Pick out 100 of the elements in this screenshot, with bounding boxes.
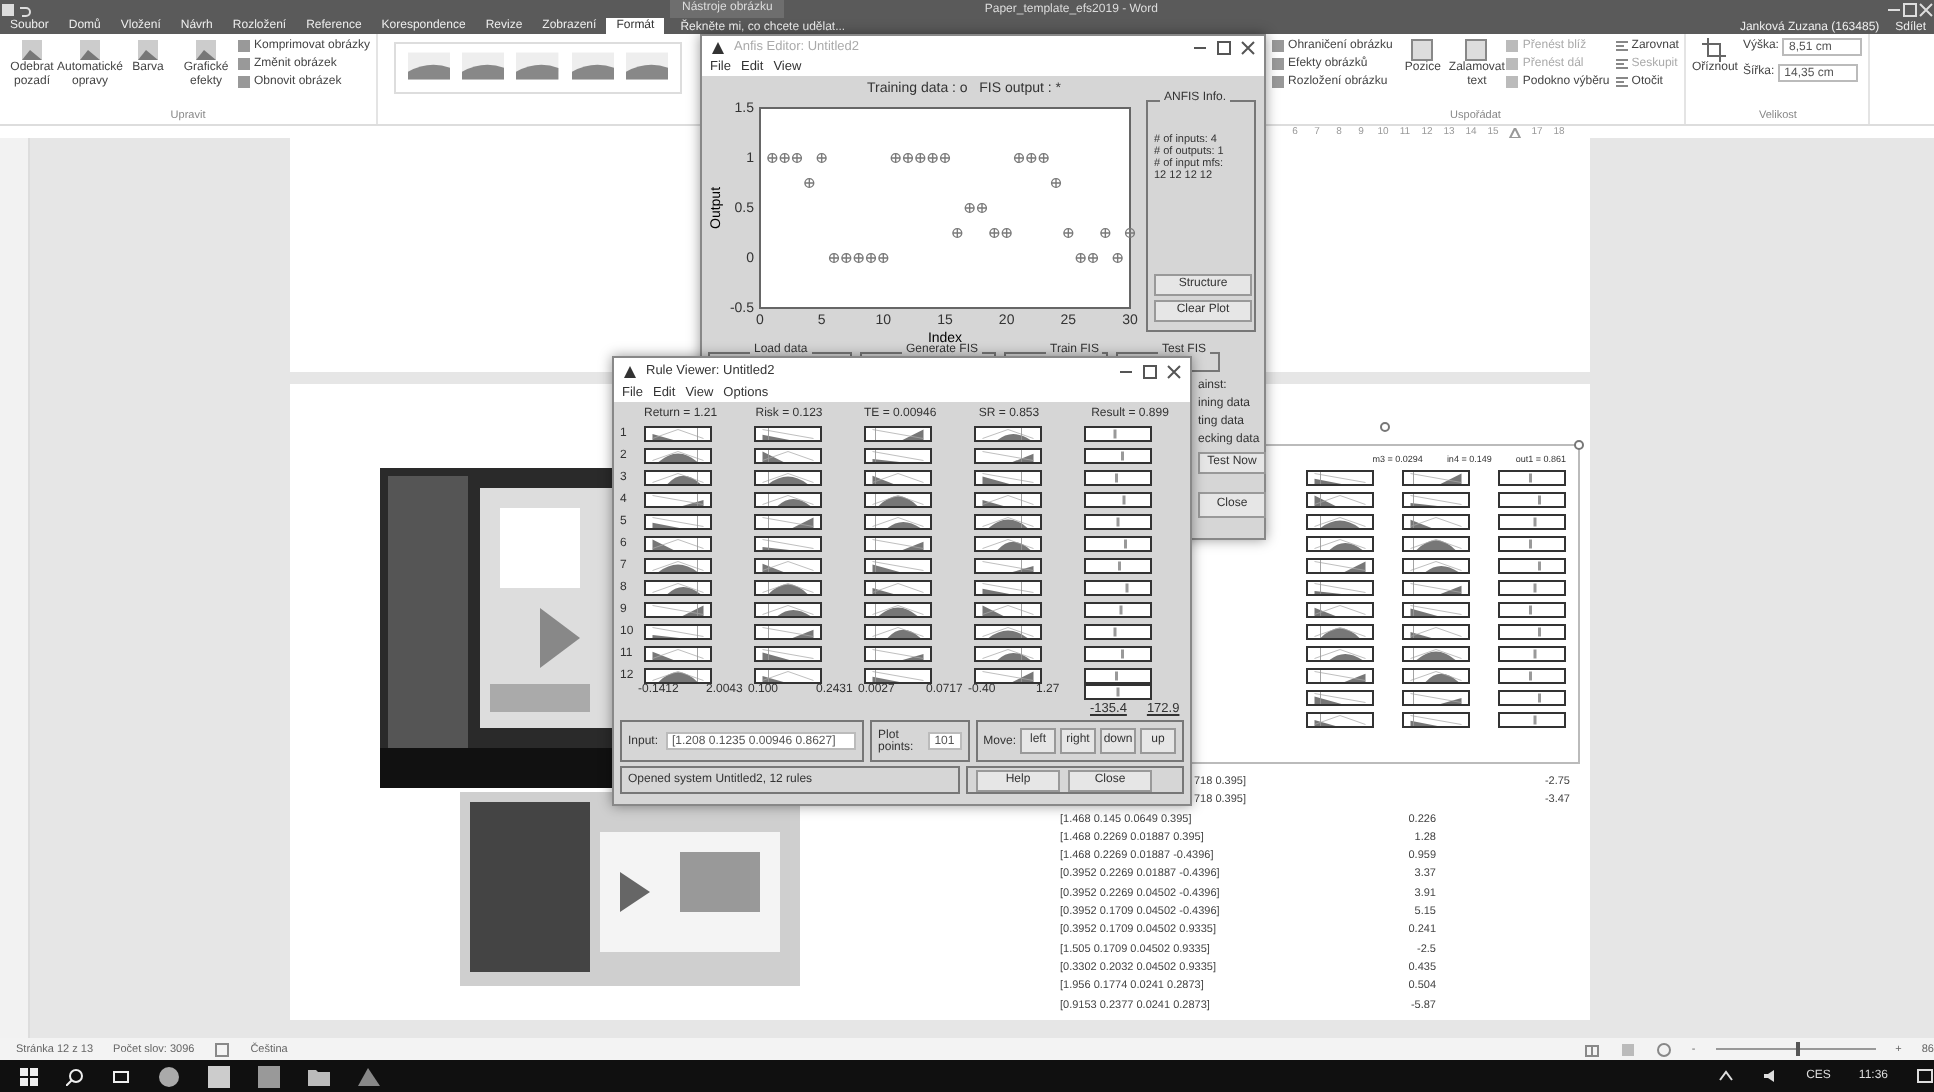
membership-plot — [754, 470, 822, 486]
task-view-icon[interactable] — [112, 1067, 130, 1085]
membership-plot — [1402, 492, 1470, 508]
membership-plot — [754, 580, 822, 596]
data-point — [1050, 177, 1062, 189]
picture-style-icon — [625, 52, 669, 80]
output-plot — [1498, 624, 1566, 640]
data-point — [952, 227, 963, 239]
read-mode-icon[interactable] — [1583, 1041, 1600, 1057]
membership-plot — [974, 470, 1042, 486]
membership-plot — [1306, 514, 1374, 530]
output-plot — [1498, 470, 1566, 486]
membership-plot — [1306, 690, 1374, 706]
membership-plot — [1402, 580, 1470, 596]
membership-plot — [974, 646, 1042, 662]
picture-style-icon — [516, 52, 560, 80]
membership-plot — [754, 668, 822, 684]
membership-plot — [644, 448, 712, 464]
output-plot — [1084, 602, 1152, 618]
membership-plot — [1306, 602, 1374, 618]
membership-plot — [864, 668, 932, 684]
membership-plot — [644, 602, 712, 618]
output-plot — [1084, 426, 1152, 442]
membership-plot — [1306, 580, 1374, 596]
folder-icon[interactable] — [308, 1065, 330, 1087]
output-plot — [1498, 690, 1566, 706]
membership-plot — [974, 426, 1042, 442]
membership-plot — [1306, 558, 1374, 574]
maximize-icon[interactable] — [1142, 363, 1158, 379]
membership-plot — [1306, 536, 1374, 552]
chevron-up-icon[interactable] — [1718, 1068, 1735, 1084]
align-icon — [1615, 76, 1628, 88]
membership-plot — [1306, 470, 1374, 486]
membership-plot — [1402, 536, 1470, 552]
membership-plot — [754, 602, 822, 618]
membership-plot — [864, 492, 932, 508]
membership-plot — [1402, 712, 1470, 728]
indent-marker-icon — [1504, 127, 1526, 137]
document-app-icon[interactable] — [208, 1065, 230, 1087]
membership-plot — [644, 470, 712, 486]
speaker-icon[interactable] — [1762, 1068, 1779, 1084]
membership-plot — [864, 514, 932, 530]
output-plot — [1084, 580, 1152, 596]
proofing-icon — [214, 1041, 231, 1057]
membership-plot — [864, 580, 932, 596]
output-plot — [1084, 470, 1152, 486]
membership-plot — [1306, 646, 1374, 662]
maximize-icon[interactable] — [1216, 39, 1232, 55]
close-icon[interactable] — [1166, 363, 1182, 379]
membership-plot — [1402, 690, 1470, 706]
notification-icon[interactable] — [1916, 1067, 1934, 1085]
undo-icon[interactable] — [16, 1, 32, 17]
membership-plot — [1402, 624, 1470, 640]
membership-plot — [644, 536, 712, 552]
output-plot — [1498, 514, 1566, 530]
start-icon[interactable] — [20, 1067, 38, 1085]
membership-plot — [754, 448, 822, 464]
picture-style-icon — [462, 52, 505, 80]
save-icon — [0, 1, 16, 17]
output-plot — [1084, 492, 1152, 508]
membership-plot — [974, 558, 1042, 574]
membership-plot — [1402, 602, 1470, 618]
membership-plot — [974, 580, 1042, 596]
output-plot — [1498, 492, 1566, 508]
membership-plot — [1306, 668, 1374, 684]
membership-plot — [644, 646, 712, 662]
membership-plot — [644, 624, 712, 640]
output-plot — [1498, 558, 1566, 574]
membership-plot — [754, 426, 822, 442]
output-plot — [1498, 536, 1566, 552]
data-point — [1063, 227, 1074, 239]
data-point — [1124, 227, 1136, 239]
web-layout-icon[interactable] — [1655, 1041, 1672, 1057]
output-plot — [1084, 514, 1152, 530]
output-plot — [1498, 668, 1566, 684]
output-plot — [1084, 624, 1152, 640]
browser-icon[interactable] — [158, 1065, 180, 1087]
rotate-handle[interactable] — [1380, 422, 1390, 432]
membership-plot — [754, 536, 822, 552]
peak-app-icon[interactable] — [358, 1065, 380, 1087]
membership-plot — [1402, 514, 1470, 530]
style-gallery[interactable] — [394, 42, 683, 94]
membership-plot — [644, 492, 712, 508]
membership-plot — [864, 448, 932, 464]
picture-style-icon — [571, 52, 614, 80]
picture-style-icon — [408, 52, 451, 80]
membership-plot — [864, 426, 932, 442]
output-plot — [1084, 646, 1152, 662]
spreadsheet-app-icon[interactable] — [258, 1065, 280, 1087]
resize-handle[interactable] — [1574, 440, 1584, 450]
membership-plot — [644, 558, 712, 574]
close-icon[interactable] — [1240, 39, 1256, 55]
output-plot — [1084, 448, 1152, 464]
search-icon[interactable] — [66, 1067, 84, 1085]
app-icon — [622, 363, 638, 379]
data-point — [1100, 227, 1111, 239]
output-plot — [1498, 580, 1566, 596]
membership-plot — [864, 536, 932, 552]
membership-plot — [974, 536, 1042, 552]
crop-icon — [1702, 38, 1727, 62]
